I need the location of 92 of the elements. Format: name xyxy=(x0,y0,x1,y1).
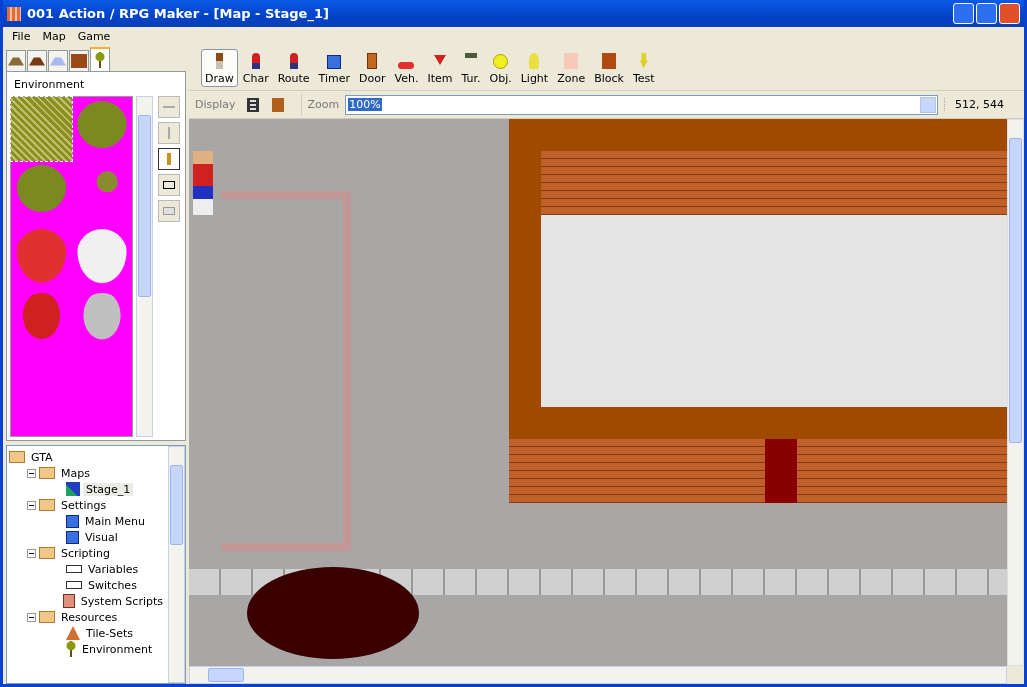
tree-item[interactable]: System Scripts xyxy=(77,594,166,608)
tileset-tab[interactable] xyxy=(48,50,68,71)
map-canvas[interactable] xyxy=(189,119,1007,666)
menu-item[interactable]: File xyxy=(6,29,37,43)
tool-button[interactable]: Test xyxy=(628,48,659,87)
tree-item[interactable]: Environment xyxy=(79,642,156,656)
scrollbar[interactable] xyxy=(168,446,185,683)
tool-button[interactable]: Timer xyxy=(314,48,355,87)
tool-button[interactable]: Item xyxy=(423,48,457,87)
film-strip-icon xyxy=(246,97,259,112)
tile-tool-button[interactable] xyxy=(158,200,180,222)
collapse-icon[interactable] xyxy=(27,612,36,622)
tree-icon xyxy=(95,52,105,68)
tileset-tab[interactable] xyxy=(27,50,47,71)
tree-item[interactable]: Visual xyxy=(82,530,121,544)
tile-tool-button[interactable] xyxy=(158,148,180,170)
hill-icon xyxy=(8,56,24,66)
folder-icon xyxy=(9,451,25,463)
tree-item[interactable]: GTA xyxy=(28,450,56,464)
folder-icon xyxy=(39,611,55,623)
menu-item[interactable]: Map xyxy=(36,29,72,43)
brick-icon xyxy=(71,54,87,68)
tree-item[interactable]: Switches xyxy=(85,578,140,592)
tool-button[interactable]: Door xyxy=(355,48,390,87)
tool-button[interactable]: Block xyxy=(590,48,628,87)
tree-item[interactable]: Resources xyxy=(58,610,121,624)
zoom-dropdown[interactable]: 100% xyxy=(345,94,938,115)
tree-item[interactable]: Maps xyxy=(58,466,93,480)
tool-button[interactable]: Tur. xyxy=(457,48,485,87)
collapse-icon[interactable] xyxy=(27,500,36,510)
maximize-button[interactable] xyxy=(976,3,997,24)
variable-icon xyxy=(66,565,82,573)
tool-button[interactable]: Zone xyxy=(553,48,590,87)
minimize-button[interactable] xyxy=(953,3,974,24)
chevron-down-icon xyxy=(920,96,936,113)
scroll-icon xyxy=(63,594,75,608)
cube-icon xyxy=(602,52,617,69)
square-icon xyxy=(66,514,79,528)
character-sprite xyxy=(193,151,213,215)
tile-tool-button[interactable] xyxy=(158,96,180,118)
tree-item[interactable]: Settings xyxy=(58,498,110,512)
light-bulb-icon xyxy=(529,52,540,69)
close-button[interactable] xyxy=(999,3,1020,24)
tile-tool-button[interactable] xyxy=(158,122,180,144)
rectangle-icon xyxy=(163,181,175,189)
tileset-tab[interactable] xyxy=(69,50,89,71)
app-icon xyxy=(7,6,21,21)
tree-item[interactable]: Stage_1 xyxy=(83,482,134,496)
zone-icon xyxy=(564,52,579,69)
tool-button[interactable]: Obj. xyxy=(485,48,516,87)
variable-icon xyxy=(66,581,82,589)
folder-icon xyxy=(39,547,55,559)
tool-button[interactable]: Light xyxy=(516,48,553,87)
tool-button[interactable]: Veh. xyxy=(390,48,423,87)
coordinates-readout: 512, 544 xyxy=(944,98,1024,111)
folder-icon xyxy=(39,499,55,511)
door-icon xyxy=(367,52,378,69)
window-title: 001 Action / RPG Maker - [Map - Stage_1] xyxy=(27,6,330,21)
scrollbar[interactable] xyxy=(1007,119,1024,666)
grid-icon xyxy=(163,207,175,215)
square-icon xyxy=(66,530,79,544)
person-icon xyxy=(251,52,260,69)
tool-button[interactable]: Route xyxy=(273,48,314,87)
dirt-mound-icon xyxy=(29,56,45,66)
tree-item[interactable]: Main Menu xyxy=(82,514,148,528)
square-icon xyxy=(327,54,342,69)
scrollbar[interactable] xyxy=(136,96,153,437)
water-mound-icon xyxy=(50,56,66,66)
tile-palette-drawing[interactable] xyxy=(10,96,134,437)
tool-button[interactable]: Draw xyxy=(201,48,238,87)
tile-tool-button[interactable] xyxy=(158,174,180,196)
circle-icon xyxy=(493,53,509,69)
tileset-tab[interactable] xyxy=(90,47,110,71)
cone-icon xyxy=(66,626,80,640)
tree-item[interactable]: Scripting xyxy=(58,546,113,560)
collapse-icon[interactable] xyxy=(27,468,36,478)
menu-item[interactable]: Game xyxy=(71,29,117,43)
hammer-icon xyxy=(271,97,284,112)
palette-title: Environment xyxy=(13,78,86,93)
tileset-tab[interactable] xyxy=(6,50,26,71)
zoom-label: Zoom xyxy=(307,98,340,111)
scrollbar[interactable] xyxy=(189,666,1007,684)
map-icon xyxy=(66,482,80,496)
tree-icon xyxy=(66,641,76,657)
tool-button[interactable]: Char xyxy=(238,48,273,87)
pencil-icon xyxy=(167,153,171,165)
car-icon xyxy=(398,61,415,69)
folder-icon xyxy=(39,467,55,479)
tree-item[interactable]: Tile-Sets xyxy=(83,626,137,640)
collapse-icon[interactable] xyxy=(27,548,36,558)
tree-item[interactable]: Variables xyxy=(85,562,142,576)
display-label: Display xyxy=(195,98,236,111)
